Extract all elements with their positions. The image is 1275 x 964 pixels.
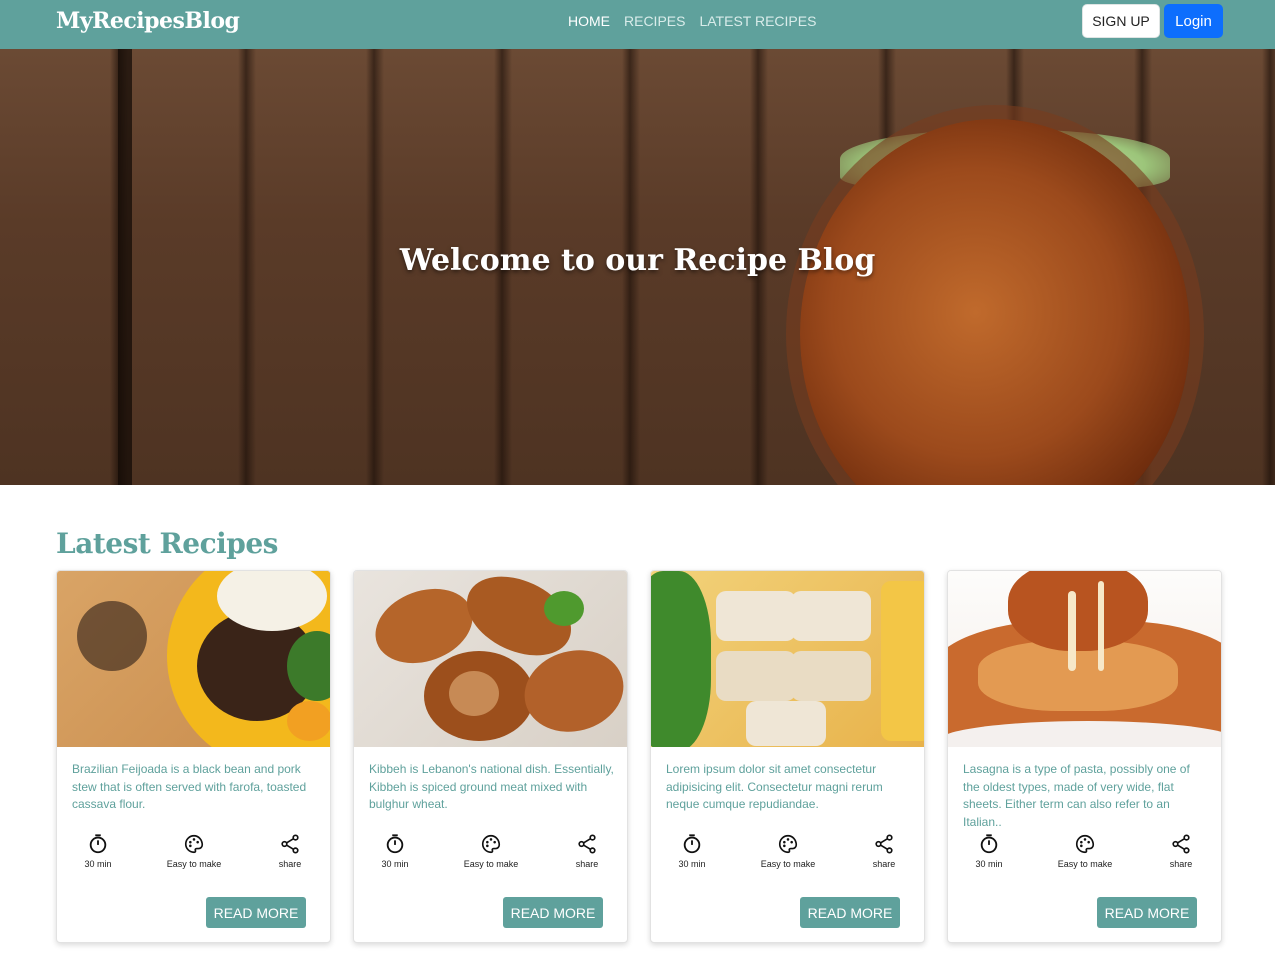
palette-icon xyxy=(482,834,501,854)
time-label: 30 min xyxy=(975,859,1003,869)
hero-title: Welcome to our Recipe Blog xyxy=(399,243,876,278)
difficulty-info: Easy to make xyxy=(451,833,531,869)
navbar: MyRecipesBlog HOME RECIPES LATEST RECIPE… xyxy=(0,0,1275,49)
recipe-image-lasagna[interactable] xyxy=(948,571,1221,747)
stopwatch-icon xyxy=(980,834,998,854)
read-more-button[interactable]: READ MORE xyxy=(800,897,900,928)
share-label: share xyxy=(575,859,599,869)
signup-button[interactable]: SIGN UP xyxy=(1082,4,1160,38)
recipe-description: Lasagna is a type of pasta, possibly one… xyxy=(963,762,1190,829)
difficulty-info: Easy to make xyxy=(748,833,828,869)
recipe-image-feijoada[interactable] xyxy=(57,571,330,747)
recipe-meta: 30 min Easy to make share xyxy=(948,833,1221,873)
share-action[interactable]: share xyxy=(1141,833,1221,869)
difficulty-label: Easy to make xyxy=(1057,859,1113,869)
nav-latest-recipes[interactable]: LATEST RECIPES xyxy=(699,13,816,29)
recipe-image-wraps[interactable] xyxy=(651,571,924,747)
recipe-card: Kibbeh is Lebanon's national dish. Essen… xyxy=(353,570,628,943)
nav-recipes[interactable]: RECIPES xyxy=(624,13,685,29)
recipe-card: Brazilian Feijoada is a black bean and p… xyxy=(56,570,331,943)
time-info: 30 min xyxy=(949,833,1029,869)
stopwatch-icon xyxy=(89,834,107,854)
recipe-cards: Brazilian Feijoada is a black bean and p… xyxy=(56,570,1222,943)
stopwatch-icon xyxy=(386,834,404,854)
share-icon xyxy=(1172,834,1190,854)
difficulty-label: Easy to make xyxy=(463,859,519,869)
difficulty-info: Easy to make xyxy=(154,833,234,869)
recipe-image-kibbeh[interactable] xyxy=(354,571,627,747)
time-label: 30 min xyxy=(678,859,706,869)
read-more-button[interactable]: READ MORE xyxy=(1097,897,1197,928)
share-action[interactable]: share xyxy=(844,833,924,869)
recipe-description: Brazilian Feijoada is a black bean and p… xyxy=(72,762,307,811)
difficulty-label: Easy to make xyxy=(760,859,816,869)
share-icon xyxy=(875,834,893,854)
stopwatch-icon xyxy=(683,834,701,854)
read-more-button[interactable]: READ MORE xyxy=(206,897,306,928)
read-more-button[interactable]: READ MORE xyxy=(503,897,603,928)
recipe-meta: 30 min Easy to make share xyxy=(354,833,627,873)
time-info: 30 min xyxy=(652,833,732,869)
login-button[interactable]: Login xyxy=(1164,4,1223,38)
share-label: share xyxy=(872,859,896,869)
palette-icon xyxy=(1076,834,1095,854)
brand-logo[interactable]: MyRecipesBlog xyxy=(56,8,240,34)
nav-links: HOME RECIPES LATEST RECIPES xyxy=(568,13,816,29)
nav-home[interactable]: HOME xyxy=(568,13,610,29)
share-icon xyxy=(281,834,299,854)
palette-icon xyxy=(779,834,798,854)
time-info: 30 min xyxy=(58,833,138,869)
time-label: 30 min xyxy=(84,859,112,869)
recipe-description: Lorem ipsum dolor sit amet consectetur a… xyxy=(666,762,883,811)
time-info: 30 min xyxy=(355,833,435,869)
recipe-meta: 30 min Easy to make share xyxy=(57,833,330,873)
recipe-meta: 30 min Easy to make share xyxy=(651,833,924,873)
share-label: share xyxy=(278,859,302,869)
share-icon xyxy=(578,834,596,854)
time-label: 30 min xyxy=(381,859,409,869)
recipe-card: Lorem ipsum dolor sit amet consectetur a… xyxy=(650,570,925,943)
share-label: share xyxy=(1169,859,1193,869)
palette-icon xyxy=(185,834,204,854)
hero-banner: Welcome to our Recipe Blog xyxy=(0,49,1275,485)
recipe-description: Kibbeh is Lebanon's national dish. Essen… xyxy=(369,762,614,811)
recipe-card: Lasagna is a type of pasta, possibly one… xyxy=(947,570,1222,943)
latest-recipes-title: Latest Recipes xyxy=(56,527,278,560)
share-action[interactable]: share xyxy=(547,833,627,869)
difficulty-info: Easy to make xyxy=(1045,833,1125,869)
difficulty-label: Easy to make xyxy=(166,859,222,869)
share-action[interactable]: share xyxy=(250,833,330,869)
